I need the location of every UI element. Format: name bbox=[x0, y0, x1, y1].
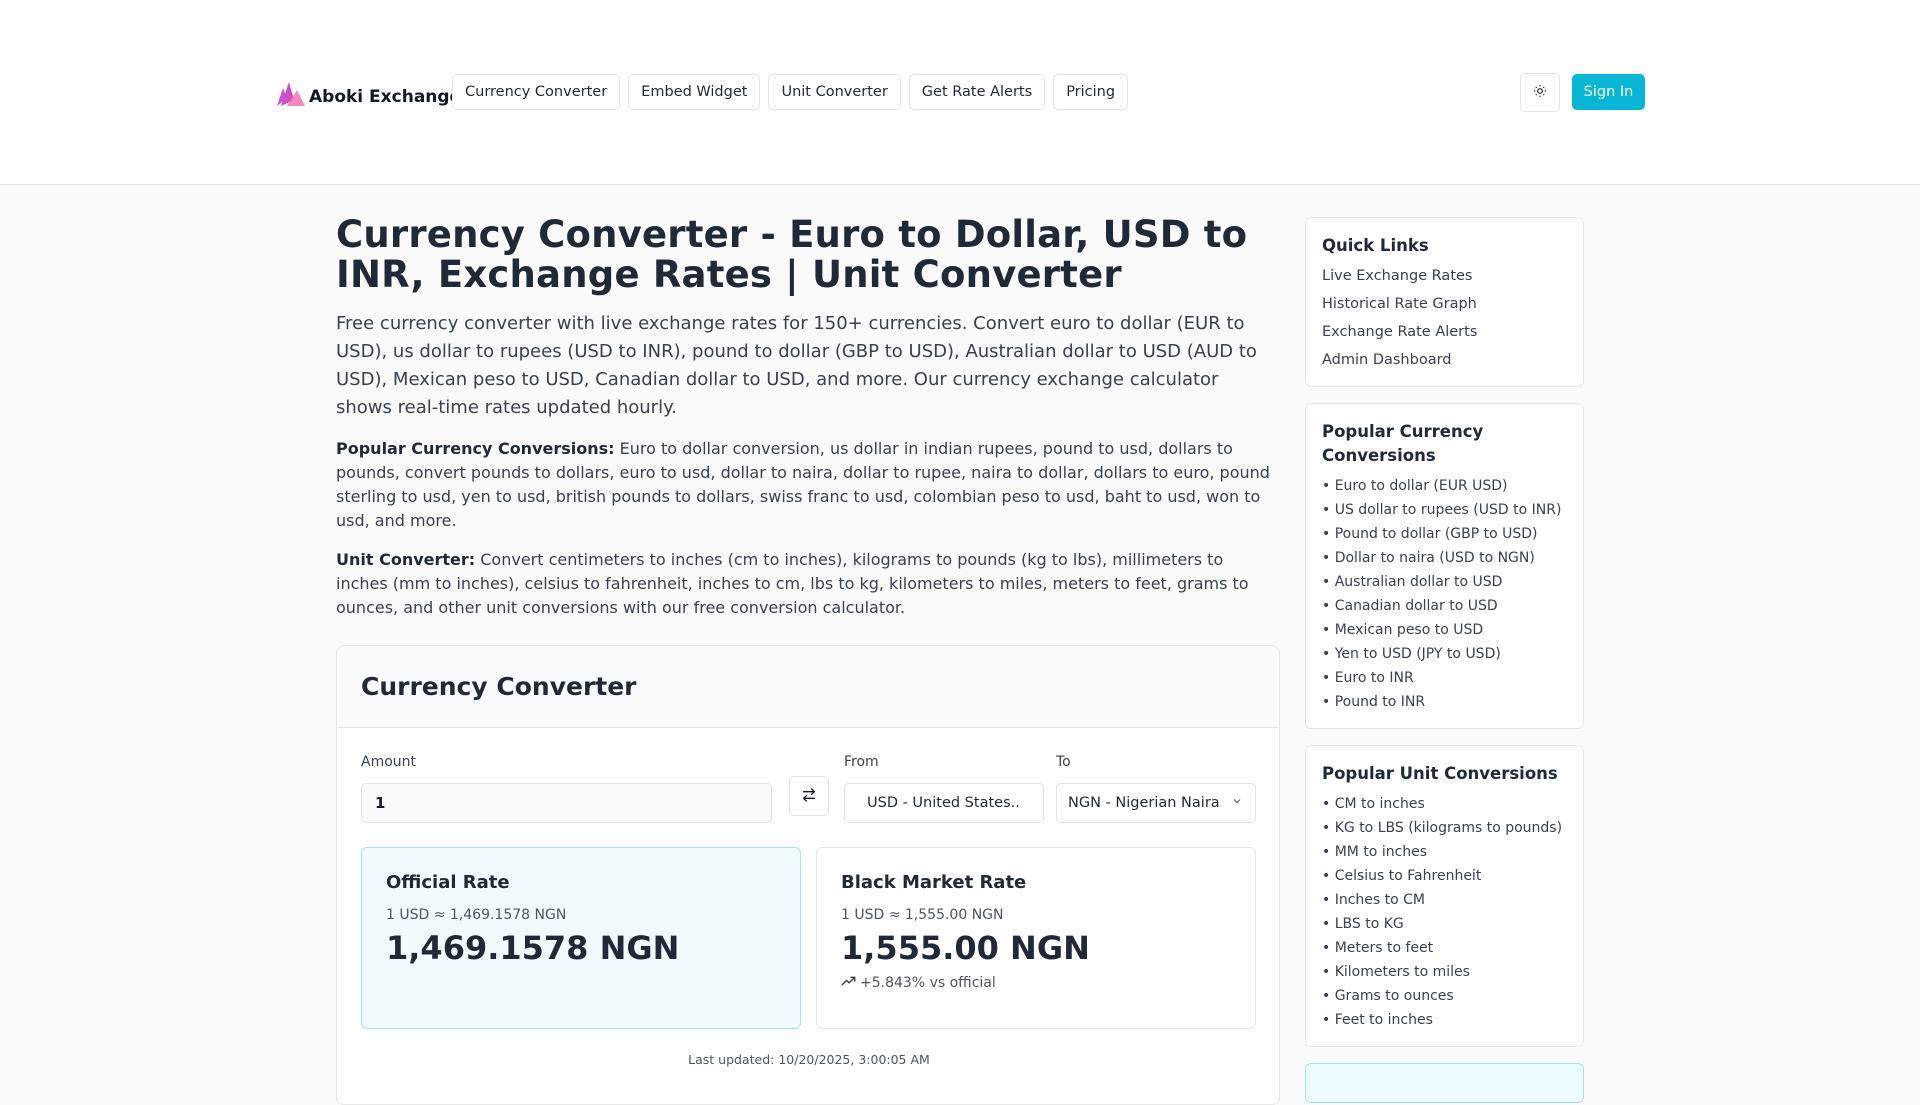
from-currency-value: USD - United States.. bbox=[867, 795, 1020, 811]
to-currency-select[interactable]: NGN - Nigerian Naira bbox=[1056, 783, 1256, 823]
popular-currency-card: Popular Currency Conversions • Euro to d… bbox=[1305, 403, 1584, 729]
to-label: To bbox=[1056, 754, 1071, 770]
popular-conversions-paragraph: Popular Currency Conversions: Euro to do… bbox=[336, 437, 1280, 533]
page-intro: Free currency converter with live exchan… bbox=[336, 313, 1257, 418]
quick-links-title: Quick Links bbox=[1322, 236, 1429, 255]
brand-name: Aboki Exchange bbox=[309, 87, 462, 107]
last-updated-text: Last updated: 10/20/2025, 3:00:05 AM bbox=[688, 1052, 930, 1067]
theme-toggle-button[interactable] bbox=[1520, 73, 1560, 112]
popular-conversions-label: Popular Currency Conversions: bbox=[336, 439, 615, 458]
official-rate-value: 1,469.1578 NGN bbox=[386, 929, 680, 967]
list-item[interactable]: • Grams to ounces bbox=[1322, 984, 1567, 1008]
brand-logo[interactable]: Aboki Exchange bbox=[275, 76, 461, 110]
list-item[interactable]: • Celsius to Fahrenheit bbox=[1322, 864, 1567, 888]
list-item[interactable]: • Pound to dollar (GBP to USD) bbox=[1322, 522, 1567, 546]
list-item[interactable]: • Meters to feet bbox=[1322, 936, 1567, 960]
currency-converter-card: Currency Converter Amount 1 From USD - U… bbox=[336, 645, 1280, 1105]
main-content: Currency Converter - Euro to Dollar, USD… bbox=[336, 215, 1280, 620]
list-item[interactable]: • Kilometers to miles bbox=[1322, 960, 1567, 984]
list-item[interactable]: • Mexican peso to USD bbox=[1322, 618, 1567, 642]
official-rate-title: Official Rate bbox=[386, 872, 510, 893]
popular-unit-card: Popular Unit Conversions • CM to inches … bbox=[1305, 745, 1584, 1047]
list-item[interactable]: • Feet to inches bbox=[1322, 1008, 1567, 1032]
unit-converter-paragraph: Unit Converter: Convert centimeters to i… bbox=[336, 548, 1280, 620]
nav-pricing[interactable]: Pricing bbox=[1053, 74, 1129, 110]
rate-difference-text: +5.843% vs official bbox=[860, 975, 996, 991]
from-label: From bbox=[844, 754, 879, 770]
list-item[interactable]: • CM to inches bbox=[1322, 792, 1567, 816]
main-nav: Currency Converter Embed Widget Unit Con… bbox=[452, 74, 1129, 110]
list-item[interactable]: • KG to LBS (kilograms to pounds) bbox=[1322, 816, 1567, 840]
quick-link-live-rates[interactable]: Live Exchange Rates bbox=[1322, 262, 1567, 290]
amount-label: Amount bbox=[361, 754, 417, 770]
list-item[interactable]: • MM to inches bbox=[1322, 840, 1567, 864]
swap-currencies-button[interactable] bbox=[789, 776, 829, 816]
list-item[interactable]: • US dollar to rupees (USD to INR) bbox=[1322, 498, 1567, 522]
site-header: Aboki Exchange Currency Converter Embed … bbox=[0, 0, 1920, 185]
list-item[interactable]: • Yen to USD (JPY to USD) bbox=[1322, 642, 1567, 666]
quick-link-rate-alerts[interactable]: Exchange Rate Alerts bbox=[1322, 318, 1567, 346]
official-rate-card: Official Rate 1 USD ≈ 1,469.1578 NGN 1,4… bbox=[361, 847, 801, 1029]
sign-in-button[interactable]: Sign In bbox=[1572, 74, 1645, 110]
quick-link-historical-graph[interactable]: Historical Rate Graph bbox=[1322, 290, 1567, 318]
rate-difference: +5.843% vs official bbox=[841, 975, 1231, 991]
quick-link-admin-dashboard[interactable]: Admin Dashboard bbox=[1322, 346, 1567, 374]
converter-header: Currency Converter bbox=[337, 646, 1279, 728]
black-market-rate-title: Black Market Rate bbox=[841, 872, 1027, 893]
list-item[interactable]: • Canadian dollar to USD bbox=[1322, 594, 1567, 618]
list-item[interactable]: • Euro to INR bbox=[1322, 666, 1567, 690]
black-market-rate-card: Black Market Rate 1 USD ≈ 1,555.00 NGN 1… bbox=[816, 847, 1256, 1029]
unit-converter-label: Unit Converter: bbox=[336, 550, 476, 569]
to-currency-value: NGN - Nigerian Naira bbox=[1068, 795, 1220, 811]
amount-input[interactable]: 1 bbox=[361, 783, 772, 823]
list-item[interactable]: • Inches to CM bbox=[1322, 888, 1567, 912]
popular-unit-title: Popular Unit Conversions bbox=[1322, 764, 1558, 783]
sun-icon bbox=[1533, 84, 1547, 101]
popular-currency-title: Popular Currency Conversions bbox=[1322, 422, 1484, 465]
nav-currency-converter[interactable]: Currency Converter bbox=[452, 74, 621, 110]
logo-icon bbox=[275, 78, 307, 108]
from-currency-select[interactable]: USD - United States.. bbox=[844, 783, 1044, 823]
converter-title: Currency Converter bbox=[361, 672, 637, 701]
nav-embed-widget[interactable]: Embed Widget bbox=[628, 74, 761, 110]
list-item[interactable]: • Euro to dollar (EUR USD) bbox=[1322, 474, 1567, 498]
black-market-rate-value: 1,555.00 NGN bbox=[841, 929, 1090, 967]
official-rate-equation: 1 USD ≈ 1,469.1578 NGN bbox=[386, 907, 567, 923]
sidebar-promo-card bbox=[1305, 1063, 1584, 1103]
nav-get-rate-alerts[interactable]: Get Rate Alerts bbox=[908, 74, 1046, 110]
list-item[interactable]: • Pound to INR bbox=[1322, 690, 1567, 714]
list-item[interactable]: • Dollar to naira (USD to NGN) bbox=[1322, 546, 1567, 570]
black-market-rate-equation: 1 USD ≈ 1,555.00 NGN bbox=[841, 907, 1004, 923]
list-item[interactable]: • LBS to KG bbox=[1322, 912, 1567, 936]
list-item[interactable]: • Australian dollar to USD bbox=[1322, 570, 1567, 594]
trending-up-icon bbox=[841, 975, 856, 991]
nav-unit-converter[interactable]: Unit Converter bbox=[768, 74, 901, 110]
page-title: Currency Converter - Euro to Dollar, USD… bbox=[336, 213, 1248, 296]
chevron-down-icon bbox=[1231, 795, 1243, 811]
quick-links-card: Quick Links Live Exchange Rates Historic… bbox=[1305, 217, 1584, 387]
swap-arrows-icon bbox=[801, 787, 817, 806]
